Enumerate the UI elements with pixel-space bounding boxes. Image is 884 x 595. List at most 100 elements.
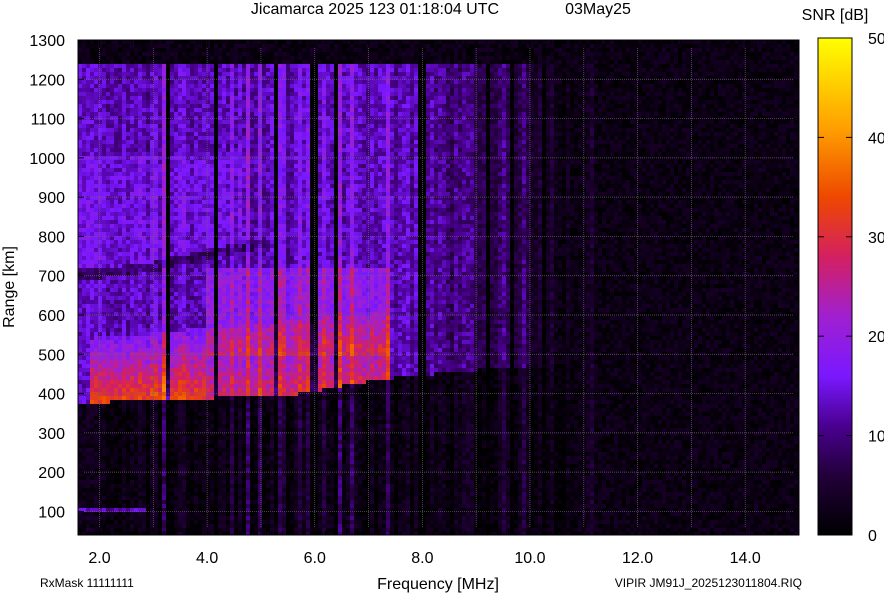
- heatmap-cell: [178, 360, 182, 364]
- heatmap-cell: [146, 396, 150, 400]
- heatmap-cell: [122, 60, 126, 64]
- heatmap-cell: [82, 444, 86, 448]
- heatmap-cell: [146, 392, 150, 396]
- heatmap-cell: [174, 488, 178, 492]
- heatmap-cell: [234, 416, 238, 420]
- heatmap-cell: [142, 308, 146, 312]
- heatmap-cell: [222, 104, 226, 108]
- heatmap-cell: [234, 52, 238, 56]
- heatmap-cell: [146, 276, 150, 280]
- heatmap-cell: [86, 188, 90, 192]
- heatmap-cell: [166, 456, 170, 460]
- heatmap-cell: [134, 340, 138, 344]
- heatmap-cell: [202, 164, 206, 168]
- heatmap-cell: [78, 192, 82, 196]
- heatmap-cell: [162, 192, 166, 196]
- heatmap-cell: [94, 380, 98, 384]
- heatmap-cell: [218, 200, 222, 204]
- heatmap-cell: [142, 388, 146, 392]
- heatmap-cell: [158, 284, 162, 288]
- heatmap-cell: [230, 160, 234, 164]
- heatmap-cell: [146, 280, 150, 284]
- heatmap-cell: [158, 316, 162, 320]
- heatmap-cell: [106, 212, 110, 216]
- heatmap-cell: [86, 376, 90, 380]
- heatmap-cell: [90, 248, 94, 252]
- heatmap-cell: [170, 68, 174, 72]
- heatmap-cell: [162, 128, 166, 132]
- heatmap-cell: [110, 408, 114, 412]
- heatmap-cell: [126, 164, 130, 168]
- heatmap-cell: [154, 344, 158, 348]
- heatmap-cell: [174, 360, 178, 364]
- heatmap-cell: [194, 428, 198, 432]
- heatmap-cell: [202, 396, 206, 400]
- heatmap-cell: [234, 152, 238, 156]
- heatmap-cell: [198, 104, 202, 108]
- heatmap-cell: [178, 472, 182, 476]
- heatmap-cell: [206, 216, 210, 220]
- heatmap-cell: [154, 44, 158, 48]
- heatmap-cell: [226, 292, 230, 296]
- heatmap-cell: [234, 224, 238, 228]
- heatmap-cell: [190, 52, 194, 56]
- heatmap-cell: [158, 216, 162, 220]
- heatmap-cell: [174, 96, 178, 100]
- heatmap-cell: [158, 340, 162, 344]
- heatmap-cell: [142, 516, 146, 520]
- heatmap-cell: [218, 416, 222, 420]
- heatmap-cell: [130, 252, 134, 256]
- heatmap-cell: [194, 256, 198, 260]
- heatmap-cell: [122, 240, 126, 244]
- heatmap-cell: [186, 144, 190, 148]
- heatmap-cell: [126, 140, 130, 144]
- heatmap-cell: [182, 380, 186, 384]
- heatmap-cell: [178, 344, 182, 348]
- heatmap-cell: [178, 316, 182, 320]
- heatmap-cell: [210, 480, 214, 484]
- heatmap-cell: [146, 88, 150, 92]
- heatmap-cell: [214, 252, 218, 256]
- heatmap-cell: [98, 144, 102, 148]
- heatmap-cell: [126, 500, 130, 504]
- heatmap-cell: [118, 200, 122, 204]
- heatmap-cell: [178, 428, 182, 432]
- heatmap-cell: [170, 364, 174, 368]
- heatmap-cell: [222, 60, 226, 64]
- heatmap-cell: [82, 92, 86, 96]
- heatmap-cell: [90, 96, 94, 100]
- heatmap-cell: [210, 384, 214, 388]
- heatmap-cell: [122, 68, 126, 72]
- heatmap-cell: [122, 304, 126, 308]
- heatmap-cell: [158, 100, 162, 104]
- heatmap-cell: [198, 88, 202, 92]
- heatmap-cell: [158, 424, 162, 428]
- heatmap-cell: [234, 212, 238, 216]
- heatmap-cell: [78, 200, 82, 204]
- heatmap-cell: [78, 284, 82, 288]
- heatmap-cell: [114, 304, 118, 308]
- heatmap-cell: [86, 396, 90, 400]
- heatmap-cell: [126, 224, 130, 228]
- heatmap-cell: [178, 308, 182, 312]
- heatmap-cell: [86, 336, 90, 340]
- heatmap-cell: [158, 84, 162, 88]
- heatmap-cell: [178, 220, 182, 224]
- heatmap-cell: [190, 304, 194, 308]
- heatmap-cell: [198, 160, 202, 164]
- heatmap-cell: [218, 440, 222, 444]
- heatmap-cell: [198, 248, 202, 252]
- heatmap-cell: [198, 216, 202, 220]
- heatmap-cell: [82, 64, 86, 68]
- heatmap-cell: [226, 176, 230, 180]
- heatmap-cell: [114, 276, 118, 280]
- heatmap-cell: [190, 456, 194, 460]
- heatmap-cell: [198, 412, 202, 416]
- heatmap-cell: [166, 84, 170, 88]
- heatmap-cell: [178, 240, 182, 244]
- heatmap-cell: [142, 172, 146, 176]
- heatmap-cell: [98, 416, 102, 420]
- heatmap-cell: [198, 384, 202, 388]
- heatmap-cell: [138, 480, 142, 484]
- heatmap-cell: [126, 376, 130, 380]
